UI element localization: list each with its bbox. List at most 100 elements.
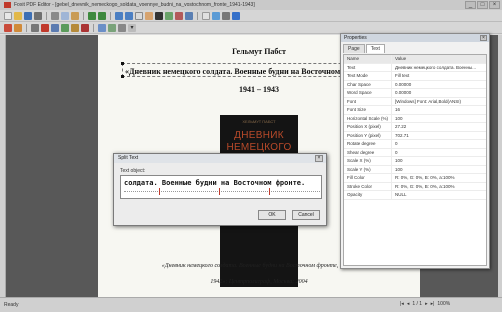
title-bar: Foxit PDF Editor - [gebel_dnevnik_nemeck… [0, 0, 502, 10]
property-name: Text Mode [344, 72, 392, 80]
property-value[interactable]: NULL [392, 191, 486, 199]
font-icon[interactable] [51, 23, 59, 32]
align-icon[interactable] [31, 23, 39, 32]
redo-icon[interactable] [98, 11, 106, 20]
page-icon[interactable] [202, 11, 210, 20]
dialog-close-button[interactable]: × [315, 155, 323, 162]
cut-icon[interactable] [51, 11, 59, 20]
open-icon[interactable] [14, 11, 22, 20]
copy-icon[interactable] [61, 11, 69, 20]
print-icon[interactable] [34, 11, 42, 20]
prev-page-icon[interactable]: ◂ [407, 301, 410, 307]
edit-icon[interactable] [71, 23, 79, 32]
zoom-in-icon[interactable] [115, 11, 123, 20]
split-text-value[interactable]: солдата. Военные будни на Восточном фрон… [124, 179, 305, 187]
save-icon[interactable] [24, 11, 32, 20]
property-row[interactable]: Position Y (pixel) 702.71 [344, 131, 486, 140]
property-value[interactable]: 0 [392, 140, 486, 148]
toolbar-divider [83, 11, 84, 20]
shape-icon[interactable] [175, 11, 183, 20]
property-value[interactable]: 0.00000 [392, 89, 486, 97]
text-object-field[interactable]: солдата. Военные будни на Восточном фрон… [120, 175, 322, 199]
property-row[interactable]: Scale Y (%) 100 [344, 165, 486, 174]
maximize-button[interactable]: □ [477, 1, 488, 9]
page-indicator[interactable]: 1 / 1 [412, 301, 422, 307]
resize-handle[interactable] [121, 75, 124, 78]
image-icon[interactable] [165, 11, 173, 20]
properties-close-button[interactable]: × [480, 35, 487, 41]
property-row[interactable]: Scale X (%) 100 [344, 157, 486, 166]
property-value[interactable]: 0.00000 [392, 81, 486, 89]
split-marker[interactable] [219, 188, 220, 195]
hand-icon[interactable] [145, 11, 153, 20]
property-row[interactable]: Stroke Color R: 0%, G: 0%, B: 0%, a:100% [344, 182, 486, 191]
arrange-icon[interactable] [118, 23, 126, 32]
property-row[interactable]: Opacity NULL [344, 191, 486, 200]
property-row[interactable]: Shear degree 0 [344, 148, 486, 157]
bold-icon[interactable] [4, 23, 12, 32]
property-value[interactable]: 100 [392, 115, 486, 123]
app-logo-icon [4, 2, 11, 8]
split-marker[interactable] [159, 188, 160, 195]
publisher-info[interactable]: 1942»; Центрполиграф, Москва; 2004 [98, 279, 420, 285]
property-value[interactable]: 27.22 [392, 123, 486, 131]
split-marker[interactable] [269, 188, 270, 195]
property-row[interactable]: Horizontal Scale (%) 100 [344, 114, 486, 123]
property-row[interactable]: Text Дневник немецкого солдата. Военны... [344, 63, 486, 72]
ok-button[interactable]: OK [258, 210, 286, 220]
text-icon[interactable] [155, 11, 163, 20]
tab-text[interactable]: Text [365, 44, 385, 53]
property-row[interactable]: Char Space 0.00000 [344, 80, 486, 89]
property-row[interactable]: Word Space 0.00000 [344, 89, 486, 98]
property-value[interactable]: 100 [392, 157, 486, 165]
property-row[interactable]: Text Mode Fill text [344, 72, 486, 81]
delete-icon[interactable] [81, 23, 89, 32]
select-icon[interactable] [135, 11, 143, 20]
property-name: Name [344, 55, 392, 63]
rotate-icon[interactable] [212, 11, 220, 20]
app-window: Foxit PDF Editor - [gebel_dnevnik_nemeck… [0, 0, 502, 312]
property-row[interactable]: Fill Color R: 0%, G: 0%, B: 0%, a:100% [344, 174, 486, 183]
resize-handle[interactable] [121, 62, 124, 65]
first-page-icon[interactable]: |◂ [400, 301, 404, 307]
property-value[interactable]: R: 0%, G: 0%, B: 0%, a:100% [392, 183, 486, 191]
size-icon[interactable] [61, 23, 69, 32]
status-text: Ready [4, 302, 19, 308]
property-value[interactable]: 702.71 [392, 132, 486, 140]
link-icon[interactable] [185, 11, 193, 20]
new-icon[interactable] [4, 11, 12, 20]
arrow-down-icon[interactable]: ▾ [128, 23, 136, 32]
group-icon[interactable] [108, 23, 116, 32]
property-row[interactable]: Font Size 16 [344, 106, 486, 115]
property-row[interactable]: Position X (pixel) 27.22 [344, 123, 486, 132]
next-page-icon[interactable]: ▸ [425, 301, 428, 307]
property-value[interactable]: R: 0%, G: 0%, B: 0%, a:100% [392, 174, 486, 182]
paste-icon[interactable] [71, 11, 79, 20]
property-name: Rotate degree [344, 140, 392, 148]
property-value[interactable]: 0 [392, 149, 486, 157]
zoom-out-icon[interactable] [125, 11, 133, 20]
property-value[interactable]: 100 [392, 166, 486, 174]
tab-page[interactable]: Page [343, 44, 365, 53]
split-marker-track[interactable] [124, 191, 320, 194]
property-value[interactable]: [Windows] Font: Arial,Bold(ANSI) [392, 98, 486, 106]
last-page-icon[interactable]: ▸| [431, 301, 435, 307]
help-icon[interactable] [232, 11, 240, 20]
property-value[interactable]: 16 [392, 106, 486, 114]
property-row[interactable]: Rotate degree 0 [344, 140, 486, 149]
cancel-button[interactable]: Cancel [292, 210, 320, 220]
color-icon[interactable] [41, 23, 49, 32]
property-row[interactable]: Font [Windows] Font: Arial,Bold(ANSI) [344, 97, 486, 106]
property-value[interactable]: Дневник немецкого солдата. Военны... [392, 64, 486, 72]
vertical-scrollbar[interactable] [498, 35, 502, 297]
dialog-title: Split Text [114, 154, 326, 163]
undo-icon[interactable] [88, 11, 96, 20]
close-button[interactable]: × [489, 1, 500, 9]
italic-icon[interactable] [14, 23, 22, 32]
property-name: Fill Color [344, 174, 392, 182]
layer-icon[interactable] [98, 23, 106, 32]
minimize-button[interactable]: _ [465, 1, 476, 9]
zoom-level[interactable]: 100% [437, 301, 450, 307]
property-value[interactable]: Fill text [392, 72, 486, 80]
find-icon[interactable] [222, 11, 230, 20]
